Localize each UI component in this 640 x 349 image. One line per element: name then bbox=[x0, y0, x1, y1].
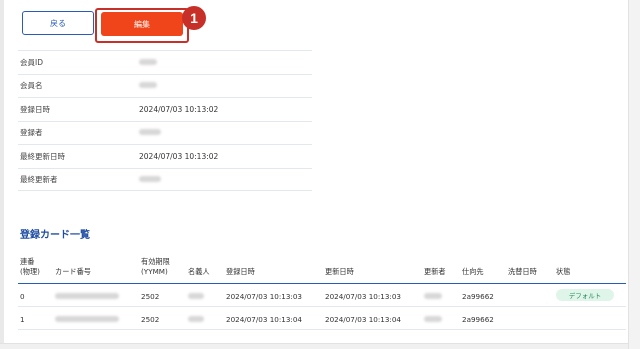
back-button[interactable]: 戻る bbox=[22, 11, 94, 35]
redacted-holder bbox=[188, 316, 204, 322]
col-seq-line1: 連番 bbox=[20, 257, 35, 266]
col-status: 状態 bbox=[556, 267, 571, 276]
info-value: 2024/07/03 10:13:02 bbox=[139, 151, 219, 161]
cell-destination: 2a99662 bbox=[462, 315, 494, 324]
info-label: 登録日時 bbox=[20, 104, 50, 114]
col-card-number: カード番号 bbox=[55, 267, 91, 276]
col-expiry-line1: 有効期限 bbox=[141, 257, 170, 266]
cell-created: 2024/07/03 10:13:04 bbox=[226, 315, 302, 324]
info-label: 最終更新日時 bbox=[20, 151, 65, 161]
info-label: 登録者 bbox=[20, 128, 43, 138]
bottom-edge bbox=[0, 343, 628, 349]
table-row[interactable]: 1 2502 2024/07/03 10:13:04 2024/07/03 10… bbox=[18, 307, 626, 330]
col-destination: 仕向先 bbox=[462, 267, 484, 276]
step-badge: 1 bbox=[182, 6, 206, 30]
cell-updated: 2024/07/03 10:13:04 bbox=[325, 315, 401, 324]
redacted-card-number bbox=[55, 316, 119, 322]
cell-updated: 2024/07/03 10:13:03 bbox=[325, 292, 401, 301]
info-row-registered-by: 登録者 bbox=[18, 120, 312, 145]
info-label: 会員名 bbox=[20, 81, 43, 91]
redacted-value bbox=[139, 58, 157, 67]
scrollbar-track[interactable] bbox=[628, 0, 640, 349]
cards-section-title: 登録カード一覧 bbox=[20, 230, 90, 241]
cell-seq: 0 bbox=[20, 292, 25, 301]
page-frame: 戻る 編集 1 会員ID 会員名 登録日時 2024/07/03 10:13:0… bbox=[0, 0, 640, 349]
col-updated: 更新日時 bbox=[325, 267, 354, 276]
info-row-updated-at: 最終更新日時 2024/07/03 10:13:02 bbox=[18, 144, 312, 168]
redacted-updater bbox=[424, 316, 442, 322]
cell-seq: 1 bbox=[20, 315, 25, 324]
edit-button[interactable]: 編集 bbox=[101, 12, 183, 36]
col-expiry-line2: (YYMM) bbox=[141, 267, 168, 276]
default-status-badge: デフォルト bbox=[556, 289, 614, 301]
cell-expiry: 2502 bbox=[141, 292, 160, 301]
cell-destination: 2a99662 bbox=[462, 292, 494, 301]
redacted-value bbox=[139, 81, 157, 90]
col-updater: 更新者 bbox=[424, 267, 446, 276]
member-info-table: 会員ID 会員名 登録日時 2024/07/03 10:13:02 登録者 最終… bbox=[18, 50, 312, 191]
info-row-member-name: 会員名 bbox=[18, 73, 312, 98]
col-settle: 洗替日時 bbox=[508, 267, 537, 276]
info-row-updated-by: 最終更新者 bbox=[18, 167, 312, 191]
info-label: 最終更新者 bbox=[20, 174, 58, 184]
table-row[interactable]: 0 2502 2024/07/03 10:13:03 2024/07/03 10… bbox=[18, 284, 626, 307]
info-label: 会員ID bbox=[20, 57, 43, 67]
info-value: 2024/07/03 10:13:02 bbox=[139, 104, 219, 114]
redacted-value bbox=[139, 175, 161, 184]
cards-table: 連番 (物理) カード番号 有効期限 (YYMM) 名義人 登録日時 更新日時 … bbox=[18, 252, 626, 330]
col-seq-line2: (物理) bbox=[20, 267, 40, 276]
info-row-member-id: 会員ID bbox=[18, 50, 312, 74]
info-row-registered-at: 登録日時 2024/07/03 10:13:02 bbox=[18, 97, 312, 121]
left-edge bbox=[0, 0, 4, 349]
cell-created: 2024/07/03 10:13:03 bbox=[226, 292, 302, 301]
col-created: 登録日時 bbox=[226, 267, 255, 276]
cards-table-header: 連番 (物理) カード番号 有効期限 (YYMM) 名義人 登録日時 更新日時 … bbox=[18, 252, 626, 284]
cell-expiry: 2502 bbox=[141, 315, 160, 324]
redacted-updater bbox=[424, 293, 442, 299]
redacted-holder bbox=[188, 293, 204, 299]
redacted-card-number bbox=[55, 293, 119, 299]
redacted-value bbox=[139, 128, 161, 137]
col-holder: 名義人 bbox=[188, 267, 210, 276]
